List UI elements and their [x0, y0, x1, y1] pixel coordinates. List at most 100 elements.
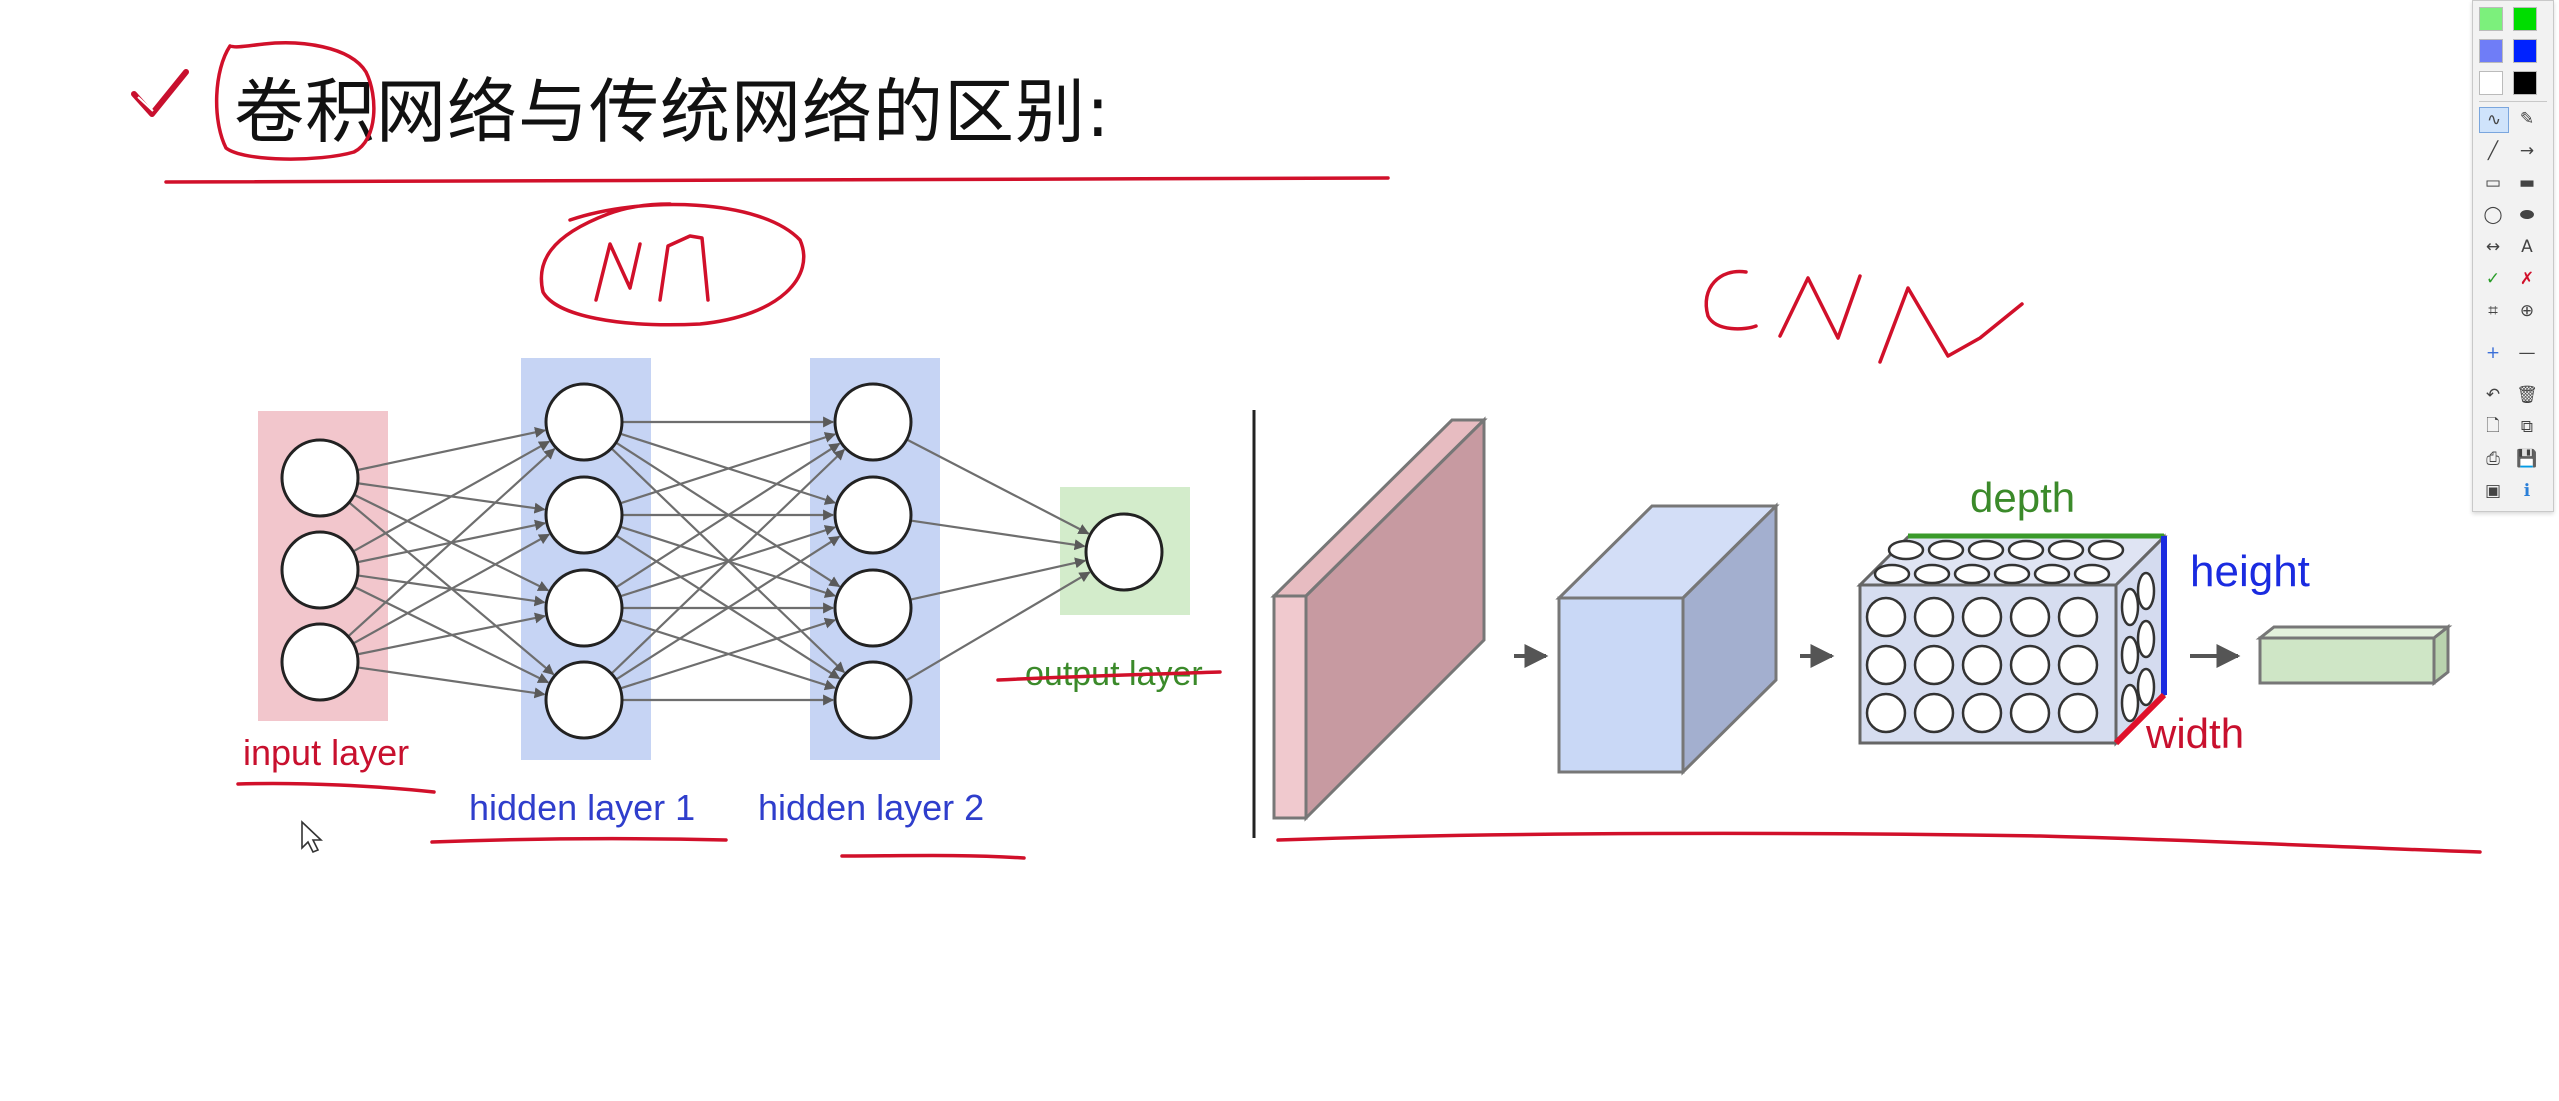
volume-neuron	[2136, 667, 2156, 707]
conv-volume	[1555, 502, 1780, 776]
color-swatch[interactable]	[2479, 39, 2503, 63]
toolbar-separator	[2479, 101, 2547, 102]
line-icon[interactable]: ╱	[2479, 139, 2507, 163]
neuron	[833, 568, 913, 648]
copy-icon[interactable]: ⧉	[2513, 415, 2541, 439]
nn-connections	[347, 416, 1091, 706]
screenshot-icon[interactable]: ▣	[2479, 479, 2507, 503]
volume-neuron	[2136, 619, 2156, 659]
color-swatch[interactable]	[2513, 7, 2537, 31]
volume-neuron	[2009, 692, 2051, 734]
volume-neuron	[2087, 539, 2125, 561]
hidden-layer-2-label: hidden layer 2	[758, 787, 984, 828]
annotation-nn-letters	[658, 234, 710, 302]
volume-neuron	[1865, 644, 1907, 686]
volume-neuron	[1993, 563, 2031, 585]
neuron	[280, 530, 360, 610]
freehand-pen-icon[interactable]: ∿	[2479, 107, 2509, 133]
annotation-underline	[840, 853, 1026, 860]
volume-neuron	[2057, 692, 2099, 734]
volume-neuron	[1953, 563, 1991, 585]
volume-neuron	[1873, 563, 1911, 585]
depth-label: depth	[1970, 474, 2075, 521]
volume-neuron	[1887, 539, 1925, 561]
volume-neuron	[2073, 563, 2111, 585]
volume-neuron	[2120, 635, 2140, 675]
volume-neuron	[2047, 539, 2085, 561]
arrow-icon[interactable]: →	[2513, 139, 2541, 163]
slide-canvas: 卷积网络与传统网络的区别: input layer hidden layer 1…	[0, 0, 2559, 1101]
diagram-area: input layer hidden layer 1 hidden layer …	[164, 41, 2482, 860]
volume-neuron	[2057, 596, 2099, 638]
zoom-icon[interactable]: ⊕	[2513, 299, 2541, 323]
volume-neuron	[2009, 596, 2051, 638]
text-icon[interactable]: A	[2513, 235, 2541, 259]
neuron	[544, 568, 624, 648]
color-swatch[interactable]	[2513, 39, 2537, 63]
volume-neuron	[1927, 539, 1965, 561]
filled-rectangle-icon[interactable]: ▬	[2513, 171, 2541, 195]
cnn-diagram: depth height width	[1270, 416, 2453, 822]
neuron	[280, 438, 360, 518]
annotation-circle	[214, 41, 376, 161]
neural-network-diagram: input layer hidden layer 1 hidden layer …	[243, 358, 1203, 828]
input-volume	[1270, 416, 1488, 822]
color-swatch[interactable]	[2513, 71, 2537, 95]
color-swatch[interactable]	[2479, 71, 2503, 95]
info-icon[interactable]: ℹ	[2513, 479, 2541, 503]
volume-neuron	[1961, 596, 2003, 638]
volume-neuron	[1865, 692, 1907, 734]
trash-icon[interactable]: 🗑	[2513, 383, 2541, 407]
volume-neuron	[1913, 644, 1955, 686]
neuron	[833, 475, 913, 555]
annotation-underline	[430, 836, 728, 844]
volume-neuron	[2007, 539, 2045, 561]
mouse-cursor-icon	[301, 820, 324, 854]
volume-neuron	[2120, 587, 2140, 627]
volume-neuron	[2009, 644, 2051, 686]
neuron	[280, 622, 360, 702]
rectangle-icon[interactable]: ▭	[2479, 171, 2507, 195]
volume-neuron	[2120, 683, 2140, 723]
double-arrow-icon[interactable]: ↔	[2479, 235, 2507, 259]
neuron	[833, 382, 913, 462]
volume-neuron	[2136, 571, 2156, 611]
annotation-underline	[236, 781, 436, 794]
volume-neuron	[1961, 644, 2003, 686]
annotation-cnn-n	[1778, 274, 1862, 340]
neuron-volume	[1856, 533, 2168, 747]
cross-icon[interactable]: ✗	[2513, 267, 2541, 291]
annotation-toolbar: ∿ ✎ ╱ → ▭ ▬ ◯ ⬬ ↔ A ✓ ✗ ⌗ ⊕ + — ↶ 🗑 🗋 ⧉ ⎙ 💾 ▣ ℹ	[2472, 0, 2554, 512]
neuron	[544, 475, 624, 555]
neuron	[1084, 512, 1164, 592]
undo-icon[interactable]: ↶	[2479, 383, 2507, 407]
save-icon[interactable]: 💾	[2513, 447, 2541, 471]
new-page-icon[interactable]: 🗋	[2479, 415, 2507, 439]
print-icon[interactable]: ⎙	[2479, 447, 2507, 471]
annotation-ellipse	[539, 202, 806, 327]
volume-neuron	[1913, 596, 1955, 638]
neuron	[833, 660, 913, 740]
annotation-nn-letters	[594, 242, 642, 302]
annotation-cnn-n	[1878, 286, 2024, 364]
volume-neuron	[2033, 563, 2071, 585]
volume-neuron	[2057, 644, 2099, 686]
minus-icon[interactable]: —	[2513, 341, 2541, 365]
volume-neuron	[1865, 596, 1907, 638]
volume-neuron	[1967, 539, 2005, 561]
ellipse-icon[interactable]: ◯	[2479, 203, 2507, 227]
color-swatch[interactable]	[2479, 7, 2503, 31]
filled-ellipse-icon[interactable]: ⬬	[2513, 203, 2541, 227]
volume-neuron	[1913, 692, 1955, 734]
neuron	[544, 382, 624, 462]
input-layer-label: input layer	[243, 732, 409, 773]
neuron	[544, 660, 624, 740]
width-label: width	[2145, 710, 2244, 757]
plus-icon[interactable]: +	[2479, 341, 2507, 365]
annotation-underline	[164, 175, 1390, 184]
highlighter-icon[interactable]: ✎	[2513, 107, 2541, 131]
height-label: height	[2190, 547, 2310, 596]
check-icon[interactable]: ✓	[2479, 267, 2507, 291]
volume-neuron	[1961, 692, 2003, 734]
crop-icon[interactable]: ⌗	[2479, 299, 2507, 323]
